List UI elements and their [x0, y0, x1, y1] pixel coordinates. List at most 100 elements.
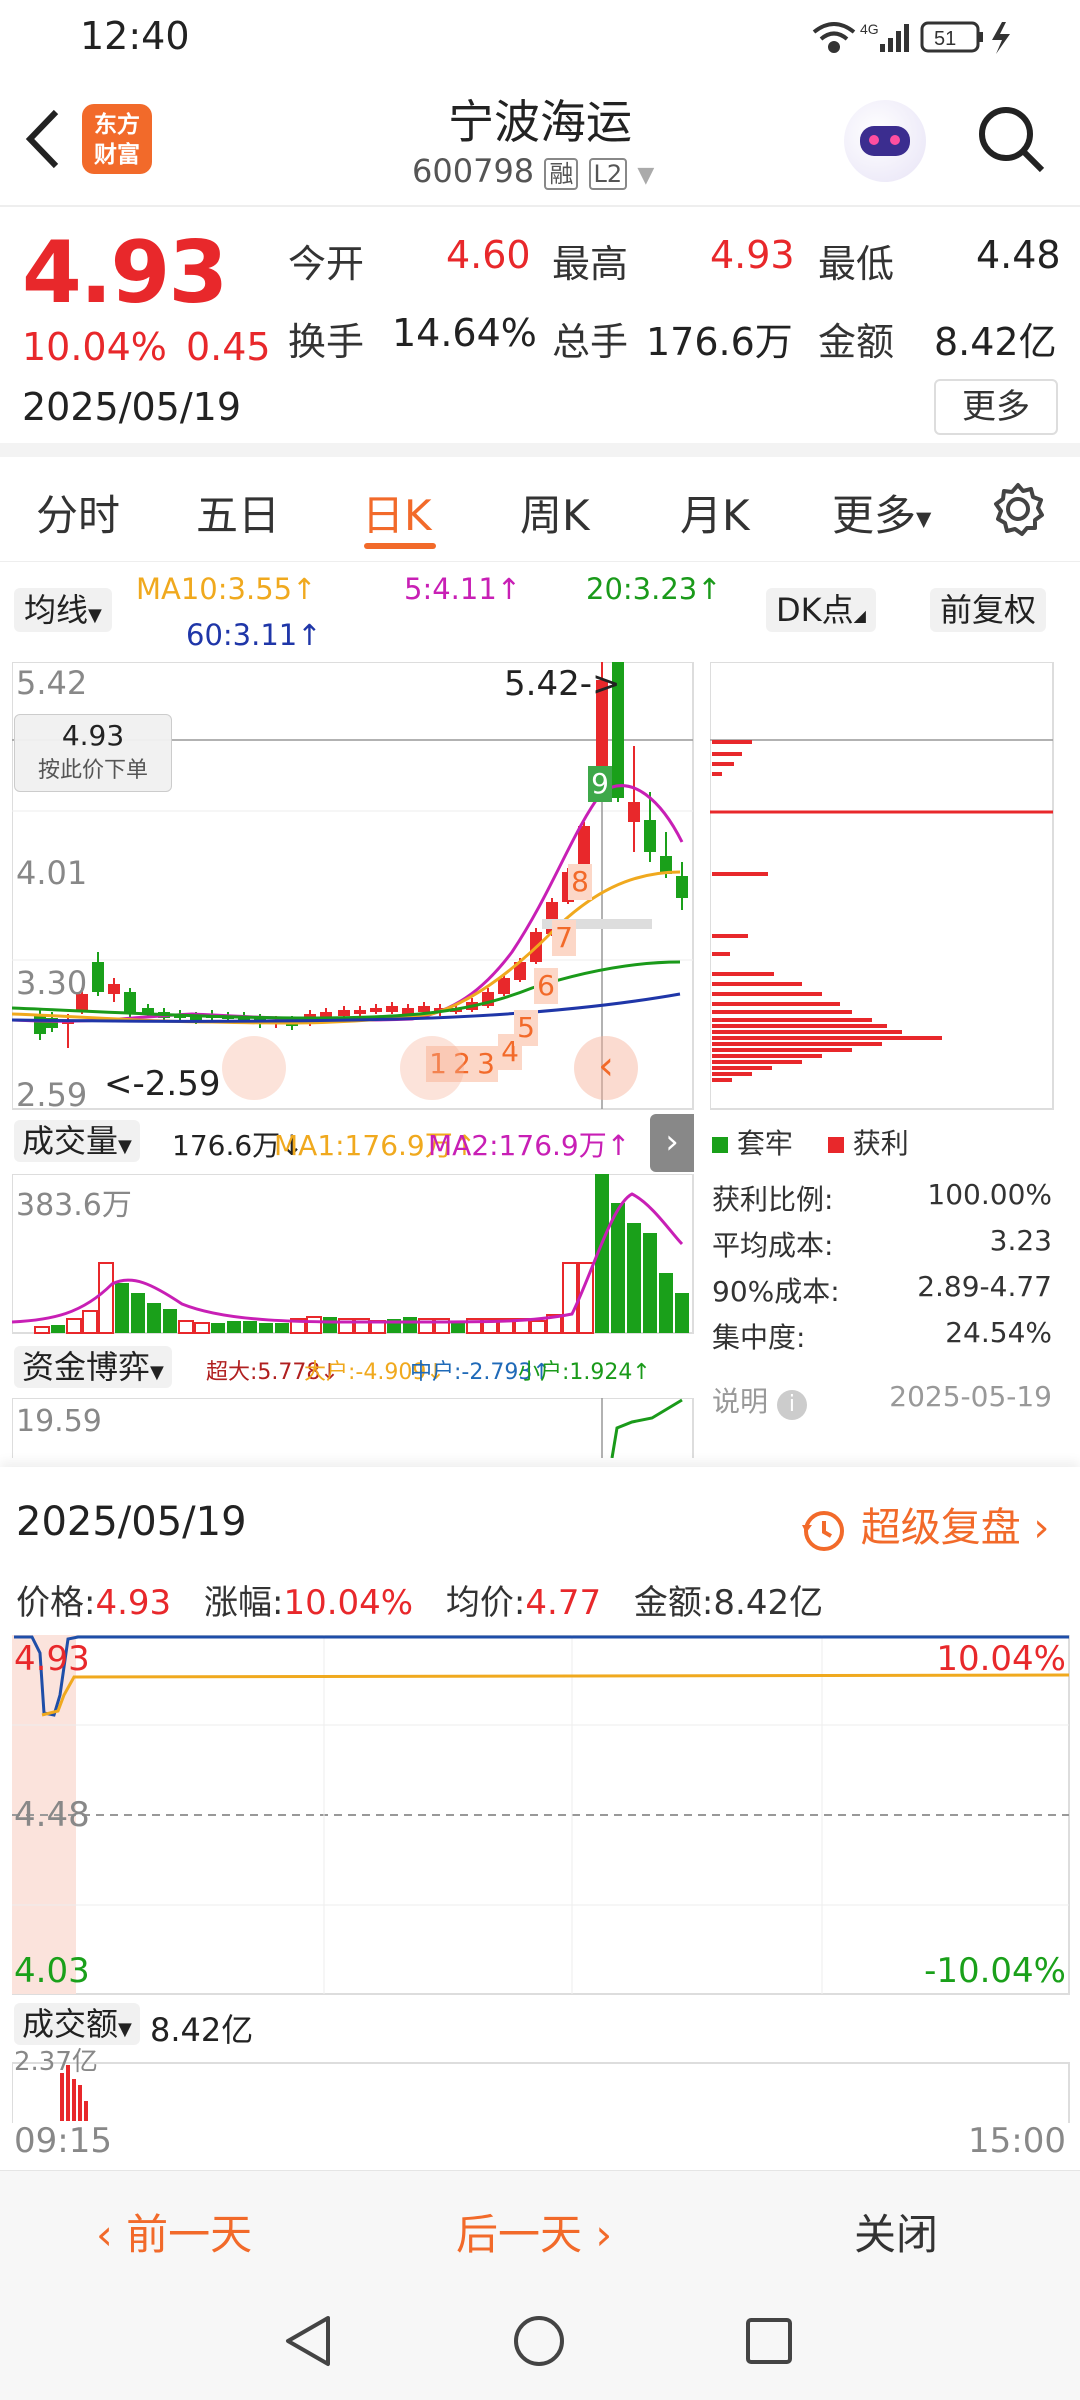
- cost90-label: 90%成本:: [712, 1275, 840, 1308]
- caret-down-icon: ▼: [88, 605, 102, 626]
- order-at-price-box[interactable]: 4.93 按此价下单: [14, 714, 172, 792]
- tab-monthly-k[interactable]: 月K: [680, 482, 750, 543]
- candle-body: [418, 1006, 430, 1012]
- avg-cost-row: 平均成本: 3.23: [712, 1224, 1052, 1264]
- volume-bar: [194, 1322, 210, 1334]
- volume-bar: [131, 1293, 145, 1333]
- dk-point-label: DK点: [776, 591, 854, 629]
- caret-down-icon: ▼: [916, 506, 932, 531]
- collapse-panel-icon[interactable]: ›: [650, 1114, 694, 1172]
- sequence-number: 8: [568, 864, 592, 900]
- prev-day-button[interactable]: ‹ 前一天: [96, 2201, 252, 2262]
- time-end: 15:00: [968, 2121, 1066, 2161]
- intraday-chart[interactable]: [12, 1635, 1070, 1995]
- chevron-right-icon: ›: [582, 2210, 613, 2259]
- volume-selector[interactable]: 成交量▼: [14, 1120, 140, 1162]
- robot-assistant-avatar[interactable]: [844, 100, 926, 182]
- chip-bar: [712, 972, 774, 976]
- gear-icon[interactable]: [990, 481, 1046, 537]
- caret-down-icon: ▼: [118, 1136, 132, 1157]
- amount-axis-max: 2.37亿: [14, 2047, 98, 2077]
- chip-bar: [712, 1036, 942, 1040]
- search-icon[interactable]: [976, 104, 1048, 176]
- super-replay-label: 超级复盘: [860, 1505, 1021, 1551]
- chip-distribution-chart[interactable]: [710, 662, 1054, 1110]
- avg-cost-label: 平均成本:: [712, 1229, 834, 1262]
- close-button[interactable]: 关闭: [854, 2201, 938, 2262]
- avg-cost-value: 3.23: [989, 1224, 1052, 1257]
- wifi-icon: [812, 22, 856, 53]
- volume-bar: [243, 1321, 257, 1333]
- change-percent: 10.04%: [22, 325, 167, 369]
- min-price-marker: <-2.59: [104, 1064, 221, 1104]
- candle-body: [386, 1006, 398, 1012]
- signal-icon: [880, 24, 909, 52]
- crosshair-price: 4.93: [61, 719, 125, 752]
- chip-frame: [710, 662, 1054, 1110]
- intraday-amount-chart[interactable]: [12, 2035, 1070, 2123]
- chip-bar: [712, 872, 768, 876]
- chevron-right-icon: ›: [1020, 1505, 1050, 1551]
- fund-frame: [12, 1398, 694, 1458]
- tab-daily-k[interactable]: 日K: [362, 482, 432, 543]
- fund-game-selector[interactable]: 资金博弈▼: [14, 1346, 172, 1388]
- network-type: 4G: [860, 21, 879, 37]
- volume-label: 总手: [552, 320, 629, 364]
- tab-intraday[interactable]: 分时: [36, 482, 120, 543]
- next-day-label: 后一天: [456, 2210, 583, 2259]
- volume-bar: [115, 1283, 129, 1333]
- note-date: 2025-05-19: [889, 1380, 1052, 1413]
- profit-ratio-row: 获利比例: 100.00%: [712, 1178, 1052, 1218]
- chart-tabs: 分时 五日 日K 周K 月K 更多▼: [0, 457, 1080, 562]
- review-change: 10.04%: [283, 1583, 414, 1623]
- amount-bar: [72, 2079, 76, 2121]
- ma-selector[interactable]: 均线▼: [14, 588, 112, 632]
- chip-bar: [712, 1054, 822, 1058]
- nav-home-icon[interactable]: [512, 2314, 566, 2368]
- tab-weekly-k[interactable]: 周K: [520, 482, 590, 543]
- nav-recents-icon[interactable]: [744, 2316, 794, 2366]
- volume-bar: [659, 1273, 673, 1333]
- chip-bar: [712, 1060, 802, 1064]
- quote-date: 2025/05/19: [22, 385, 242, 429]
- chip-bar: [712, 772, 722, 776]
- app-header: 东方 财富 宁波海运 600798 融 L2 ▼: [0, 72, 1080, 207]
- intraday-y-bottom: 4.03: [14, 1951, 90, 1991]
- open-value: 4.60: [446, 233, 531, 277]
- candle-body: [370, 1008, 382, 1012]
- super-replay-button[interactable]: 超级复盘 ›: [798, 1495, 1049, 1555]
- ma20-legend: 20:3.23↑: [586, 572, 722, 606]
- turnover-value: 14.64%: [392, 311, 537, 355]
- chevron-down-icon: ▼: [637, 163, 655, 188]
- level2-tag: L2: [588, 158, 628, 190]
- chip-bar: [712, 1072, 752, 1076]
- time-start: 09:15: [14, 2121, 112, 2161]
- sequence-number: 5: [514, 1010, 538, 1046]
- review-avg-label: 均价:: [445, 1583, 526, 1623]
- next-day-button[interactable]: 后一天 ›: [456, 2201, 612, 2262]
- ma-selector-label: 均线: [24, 591, 89, 629]
- volume-bar: [275, 1323, 289, 1333]
- more-button[interactable]: 更多: [934, 379, 1058, 435]
- note-label: 说明: [712, 1385, 769, 1418]
- volume-bar: [34, 1326, 50, 1334]
- tab-more[interactable]: 更多▼: [832, 482, 931, 543]
- order-hint: 按此价下单: [37, 758, 148, 783]
- dk-point-button[interactable]: DK点◢: [766, 588, 876, 632]
- volume-value: 176.6万: [646, 320, 793, 364]
- intraday-y-top: 4.93: [14, 1639, 90, 1679]
- note-row[interactable]: 说明 i 2025-05-19: [712, 1380, 1052, 1420]
- ma5-legend: 5:4.11↑: [404, 572, 522, 606]
- forward-adjust-button[interactable]: 前复权: [930, 588, 1047, 632]
- fund-game-chart[interactable]: [12, 1398, 694, 1458]
- margin-tag: 融: [544, 158, 579, 190]
- nav-back-icon[interactable]: [282, 2314, 334, 2368]
- tab-five-day[interactable]: 五日: [196, 482, 280, 543]
- stock-code-row[interactable]: 600798 融 L2 ▼: [412, 152, 654, 190]
- chip-bar: [712, 992, 822, 996]
- daily-review-sheet: 2025/05/19 超级复盘 › 价格:4.93 涨幅:10.04% 均价:4…: [0, 1467, 1080, 2170]
- candle-body: [124, 992, 136, 1012]
- chevron-left-icon[interactable]: ‹: [574, 1036, 638, 1100]
- change-amount: 0.45: [186, 325, 271, 369]
- sequence-number: 9: [588, 766, 612, 802]
